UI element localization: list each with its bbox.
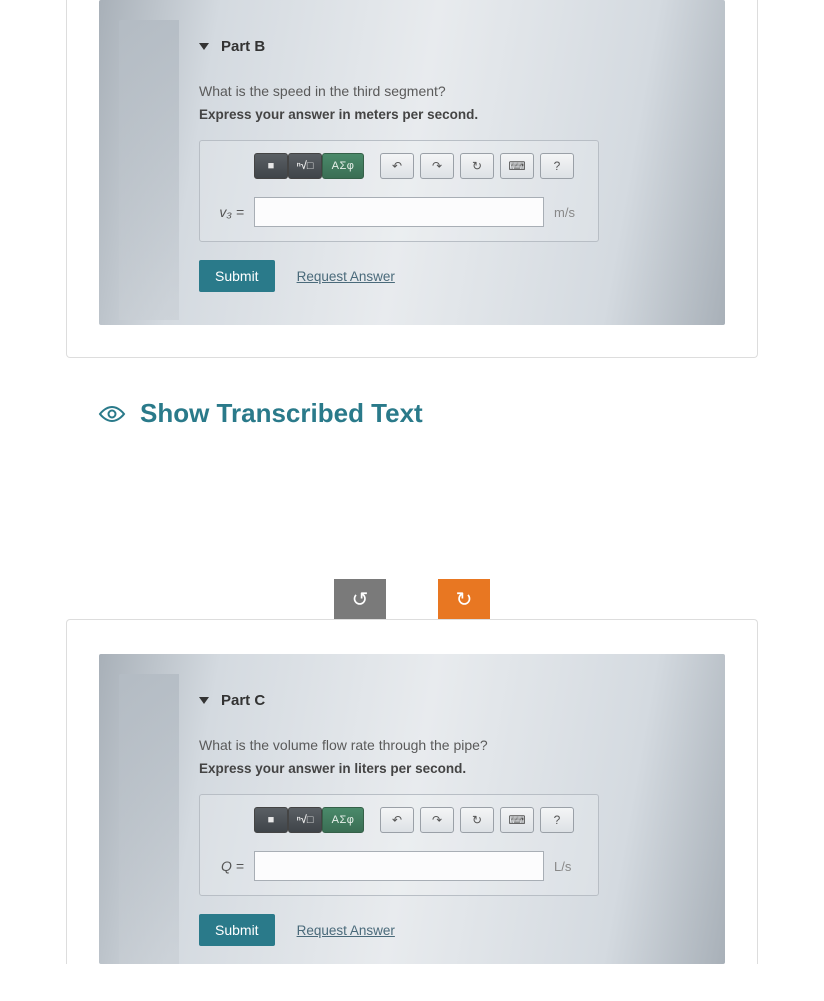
caret-down-icon (199, 43, 209, 50)
request-answer-link-c[interactable]: Request Answer (297, 923, 395, 938)
variable-label-b: v₃ = (214, 204, 244, 220)
reset-button[interactable]: ↻ (460, 153, 494, 179)
eye-icon (98, 404, 126, 424)
radical-button[interactable]: ⁿ√□ (288, 153, 322, 179)
part-c-header[interactable]: Part C (199, 692, 705, 709)
answer-input-b[interactable] (254, 197, 544, 227)
unit-label-c: L/s (554, 859, 584, 874)
answer-box-b: ■ ⁿ√□ ΑΣφ ↶ ↷ ↻ ⌨ ? v₃ = m/s (199, 140, 599, 242)
template-button[interactable]: ■ (254, 807, 288, 833)
answer-input-c[interactable] (254, 851, 544, 881)
help-button[interactable]: ? (540, 807, 574, 833)
part-b-header[interactable]: Part B (199, 38, 705, 55)
answer-toolbar-b: ■ ⁿ√□ ΑΣφ ↶ ↷ ↻ ⌨ ? (254, 153, 584, 179)
part-b-title: Part B (221, 38, 265, 55)
reset-button[interactable]: ↻ (460, 807, 494, 833)
part-c-question: What is the volume flow rate through the… (199, 737, 705, 753)
variable-label-c: Q = (214, 858, 244, 874)
keyboard-button[interactable]: ⌨ (500, 153, 534, 179)
submit-button-b[interactable]: Submit (199, 260, 275, 292)
part-c-title: Part C (221, 692, 265, 709)
show-transcribed-label: Show Transcribed Text (140, 398, 423, 429)
rotate-controls: ↺ ↻ (0, 579, 824, 619)
part-b-question: What is the speed in the third segment? (199, 83, 705, 99)
rotate-left-button[interactable]: ↺ (334, 579, 386, 619)
show-transcribed-toggle[interactable]: Show Transcribed Text (98, 398, 824, 429)
redo-button[interactable]: ↷ (420, 153, 454, 179)
left-panel-stub (119, 20, 179, 320)
undo-button[interactable]: ↶ (380, 153, 414, 179)
greek-button[interactable]: ΑΣφ (322, 153, 364, 179)
help-button[interactable]: ? (540, 153, 574, 179)
redo-button[interactable]: ↷ (420, 807, 454, 833)
template-button[interactable]: ■ (254, 153, 288, 179)
left-panel-stub (119, 674, 179, 964)
undo-button[interactable]: ↶ (380, 807, 414, 833)
caret-down-icon (199, 697, 209, 704)
answer-toolbar-c: ■ ⁿ√□ ΑΣφ ↶ ↷ ↻ ⌨ ? (254, 807, 584, 833)
request-answer-link-b[interactable]: Request Answer (297, 269, 395, 284)
radical-button[interactable]: ⁿ√□ (288, 807, 322, 833)
submit-button-c[interactable]: Submit (199, 914, 275, 946)
unit-label-b: m/s (554, 205, 584, 220)
screenshot-part-b: Part B What is the speed in the third se… (99, 0, 725, 325)
screenshot-part-c: Part C What is the volume flow rate thro… (99, 654, 725, 964)
rotate-right-button[interactable]: ↻ (438, 579, 490, 619)
part-c-instruction: Express your answer in liters per second… (199, 761, 705, 776)
part-b-instruction: Express your answer in meters per second… (199, 107, 705, 122)
keyboard-button[interactable]: ⌨ (500, 807, 534, 833)
greek-button[interactable]: ΑΣφ (322, 807, 364, 833)
answer-box-c: ■ ⁿ√□ ΑΣφ ↶ ↷ ↻ ⌨ ? Q = L/s (199, 794, 599, 896)
